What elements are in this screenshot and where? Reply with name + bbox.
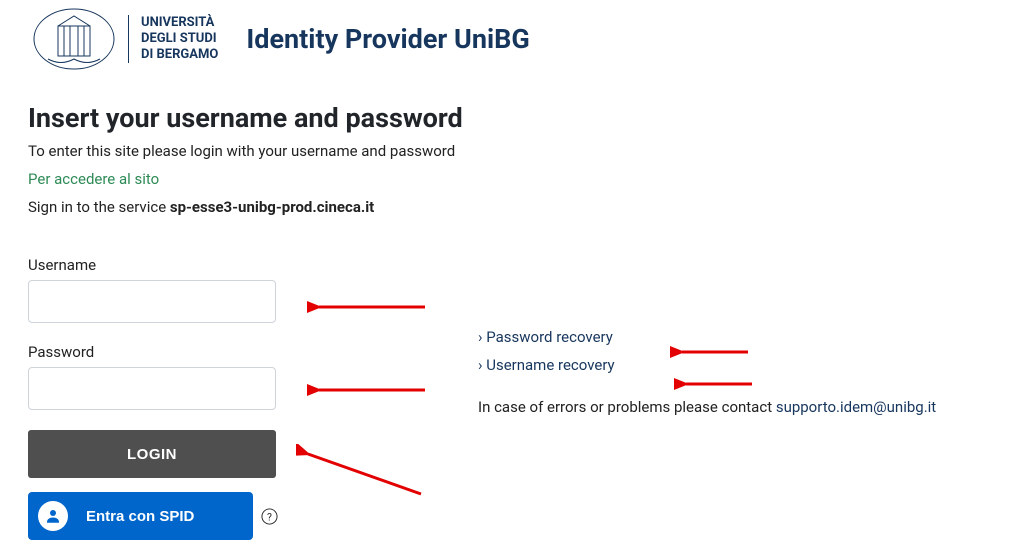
password-label: Password bbox=[28, 343, 278, 361]
spid-button[interactable]: Entra con SPID bbox=[28, 492, 253, 540]
idp-title: Identity Provider UniBG bbox=[246, 23, 529, 55]
spid-button-label: Entra con SPID bbox=[86, 508, 194, 525]
intro-subtext: To enter this site please login with you… bbox=[28, 142, 990, 160]
password-recovery-link[interactable]: Password recovery bbox=[478, 328, 990, 346]
access-site-link[interactable]: Per accedere al sito bbox=[28, 170, 990, 188]
contact-email-link[interactable]: supporto.idem@unibg.it bbox=[776, 398, 936, 416]
uni-line-3: DI BERGAMO bbox=[141, 47, 218, 63]
logo-block: UNIVERSITÀ DEGLI STUDI DI BERGAMO bbox=[28, 4, 218, 74]
university-name: UNIVERSITÀ DEGLI STUDI DI BERGAMO bbox=[128, 15, 218, 64]
contact-text: In case of errors or problems please con… bbox=[478, 398, 776, 416]
page-heading: Insert your username and password bbox=[28, 102, 990, 134]
spid-row: Entra con SPID ? bbox=[28, 492, 278, 540]
username-label: Username bbox=[28, 256, 278, 274]
svg-text:?: ? bbox=[267, 510, 272, 523]
spid-user-icon bbox=[38, 501, 68, 531]
uni-line-1: UNIVERSITÀ bbox=[141, 15, 218, 31]
username-input[interactable] bbox=[28, 280, 276, 323]
university-seal-icon bbox=[28, 4, 120, 74]
login-button[interactable]: LOGIN bbox=[28, 430, 276, 478]
columns: Username Password LOGIN Entra con SPID bbox=[28, 256, 990, 540]
page: UNIVERSITÀ DEGLI STUDI DI BERGAMO Identi… bbox=[28, 4, 990, 540]
username-recovery-link[interactable]: Username recovery bbox=[478, 356, 990, 374]
password-input[interactable] bbox=[28, 367, 276, 410]
right-column: Password recovery Username recovery In c… bbox=[478, 256, 990, 540]
service-name: sp-esse3-unibg-prod.cineca.it bbox=[170, 198, 374, 216]
service-prefix: Sign in to the service bbox=[28, 198, 170, 216]
uni-line-2: DEGLI STUDI bbox=[141, 31, 218, 47]
spid-help-icon[interactable]: ? bbox=[261, 507, 278, 525]
contact-line: In case of errors or problems please con… bbox=[478, 398, 990, 416]
login-form: Username Password LOGIN Entra con SPID bbox=[28, 256, 278, 540]
service-line: Sign in to the service sp-esse3-unibg-pr… bbox=[28, 198, 990, 216]
header: UNIVERSITÀ DEGLI STUDI DI BERGAMO Identi… bbox=[28, 4, 990, 74]
